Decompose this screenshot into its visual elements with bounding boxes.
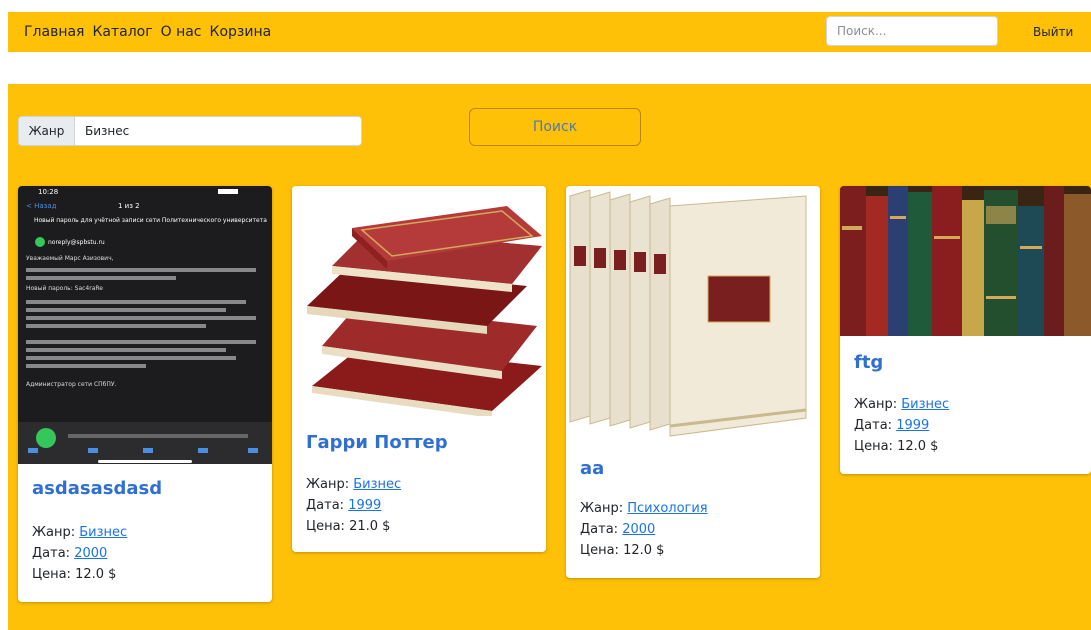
phone-password: Новый пароль: Sac4raRe <box>26 285 103 292</box>
book-meta: Жанр: Бизнес Дата: 2000 Цена: 12.0 $ <box>32 522 127 585</box>
genre-link[interactable]: Бизнес <box>79 525 127 540</box>
genre-label: Жанр: <box>32 525 76 540</box>
date-link[interactable]: 2000 <box>622 522 655 537</box>
genre-link[interactable]: Психология <box>627 501 707 516</box>
price-value: 21.0 $ <box>349 519 391 534</box>
genre-filter-label: Жанр <box>19 117 75 145</box>
date-label: Дата: <box>32 546 71 561</box>
book-title[interactable]: аа <box>580 458 604 479</box>
price-label: Цена: <box>580 543 619 558</box>
nav-links: Главная Каталог О нас Корзина <box>24 12 271 52</box>
genre-label: Жанр: <box>854 397 898 412</box>
navbar: Главная Каталог О нас Корзина Выйти <box>8 12 1091 52</box>
price-label: Цена: <box>854 439 893 454</box>
genre-link[interactable]: Бизнес <box>901 397 949 412</box>
book-card: аа Жанр: Психология Дата: 2000 Цена: 12.… <box>566 186 820 578</box>
price-value: 12.0 $ <box>623 543 665 558</box>
phone-back: < Назад <box>26 202 57 210</box>
price-label: Цена: <box>306 519 345 534</box>
date-link[interactable]: 1999 <box>348 498 381 513</box>
phone-subject: Новый пароль для учётной записи сети Пол… <box>34 217 267 224</box>
genre-link[interactable]: Бизнес <box>353 477 401 492</box>
book-card: 10:28 < Назад 1 из 2 Новый пароль для уч… <box>18 186 272 602</box>
book-title[interactable]: Гарри Поттер <box>306 432 448 453</box>
date-label: Дата: <box>306 498 345 513</box>
genre-label: Жанр: <box>306 477 350 492</box>
nav-link-cart[interactable]: Корзина <box>210 24 272 40</box>
date-link[interactable]: 2000 <box>74 546 107 561</box>
book-meta: Жанр: Бизнес Дата: 1999 Цена: 12.0 $ <box>854 394 949 457</box>
phone-counter: 1 из 2 <box>118 202 140 210</box>
search-button[interactable]: Поиск <box>469 108 641 146</box>
nav-link-home[interactable]: Главная <box>24 24 84 40</box>
phone-greeting: Уважаемый Марс Азизович, <box>26 255 114 262</box>
phone-signature: Администратор сети СПбПУ. <box>26 381 117 388</box>
price-value: 12.0 $ <box>897 439 939 454</box>
genre-filter: Жанр <box>18 116 362 146</box>
book-title[interactable]: asdasasdasd <box>32 478 162 499</box>
phone-time: 10:28 <box>38 188 58 196</box>
genre-filter-input[interactable] <box>75 117 361 145</box>
logout-link[interactable]: Выйти <box>1033 12 1073 52</box>
nav-link-catalog[interactable]: Каталог <box>92 24 152 40</box>
book-title[interactable]: ftg <box>854 352 883 373</box>
nav-link-about[interactable]: О нас <box>161 24 202 40</box>
phone-sender: noreply@spbstu.ru <box>48 239 105 246</box>
book-card: Гарри Поттер Жанр: Бизнес Дата: 1999 Цен… <box>292 186 546 552</box>
genre-label: Жанр: <box>580 501 624 516</box>
price-value: 12.0 $ <box>75 567 117 582</box>
book-image: 10:28 < Назад 1 из 2 Новый пароль для уч… <box>18 186 272 464</box>
book-meta: Жанр: Бизнес Дата: 1999 Цена: 21.0 $ <box>306 474 401 537</box>
date-label: Дата: <box>854 418 893 433</box>
date-link[interactable]: 1999 <box>896 418 929 433</box>
book-card: ftg Жанр: Бизнес Дата: 1999 Цена: 12.0 $ <box>840 186 1091 474</box>
book-image <box>840 186 1091 336</box>
price-label: Цена: <box>32 567 71 582</box>
book-image <box>292 186 546 416</box>
nav-search-input[interactable] <box>826 16 998 46</box>
date-label: Дата: <box>580 522 619 537</box>
book-meta: Жанр: Психология Дата: 2000 Цена: 12.0 $ <box>580 498 708 561</box>
book-image <box>566 186 820 442</box>
